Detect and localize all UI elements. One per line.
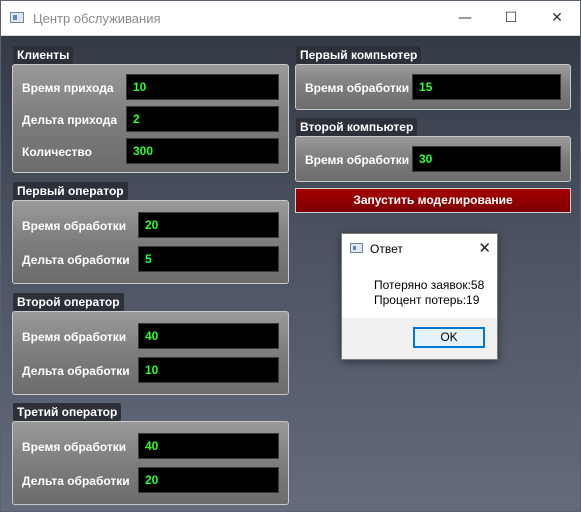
operator-1-delta-field[interactable]: 5 (138, 246, 279, 272)
client-count-label: Количество (22, 145, 92, 159)
clients-group-title: Клиенты (13, 46, 74, 64)
operator-1-time-label: Время обработки (22, 219, 127, 233)
operator-1-group-title: Первый оператор (13, 182, 128, 200)
computer-2-time-label: Время обработки (305, 153, 410, 167)
computer-2-time-field[interactable]: 30 (412, 146, 561, 172)
lost-requests-text: Потеряно заявок:58 (374, 278, 485, 292)
operator-3-time-field[interactable]: 40 (138, 433, 279, 459)
close-button[interactable]: ✕ (534, 1, 580, 35)
dialog-title-bar[interactable]: Ответ ✕ (342, 234, 497, 264)
run-simulation-button[interactable]: Запустить моделирование (295, 188, 571, 213)
operator-2-group-title: Второй оператор (13, 293, 124, 311)
dialog-close-icon[interactable]: ✕ (478, 239, 491, 257)
title-bar[interactable]: Центр обслуживания — ☐ ✕ (1, 1, 580, 36)
main-window: Центр обслуживания — ☐ ✕ Клиенты Время п… (0, 0, 581, 512)
computer-2-group-title: Второй компьютер (296, 118, 418, 136)
arrival-delta-label: Дельта прихода (22, 113, 117, 127)
arrival-time-field[interactable]: 10 (126, 74, 279, 100)
computer-1-time-label: Время обработки (305, 81, 410, 95)
window-title: Центр обслуживания (33, 11, 161, 26)
result-dialog: Ответ ✕ Потеряно заявок:58 Процент потер… (341, 233, 498, 360)
operator-2-delta-field[interactable]: 10 (138, 357, 279, 383)
operator-2-time-label: Время обработки (22, 330, 127, 344)
dialog-window-icon (350, 243, 363, 253)
operator-1-delta-label: Дельта обработки (22, 253, 130, 267)
operator-3-time-label: Время обработки (22, 440, 127, 454)
minimize-button[interactable]: — (442, 1, 488, 35)
operator-2-time-field[interactable]: 40 (138, 323, 279, 349)
operator-3-group-title: Третий оператор (13, 403, 122, 421)
operator-2-delta-label: Дельта обработки (22, 364, 130, 378)
dialog-message-area: Потеряно заявок:58 Процент потерь:19 (342, 264, 497, 318)
dialog-title: Ответ (370, 242, 403, 256)
arrival-delta-field[interactable]: 2 (126, 106, 279, 132)
loss-percent-text: Процент потерь:19 (374, 293, 480, 307)
operator-3-delta-field[interactable]: 20 (138, 467, 279, 493)
computer-1-group-title: Первый компьютер (296, 46, 422, 64)
client-count-field[interactable]: 300 (126, 138, 279, 164)
operator-3-delta-label: Дельта обработки (22, 474, 130, 488)
computer-1-time-field[interactable]: 15 (412, 74, 561, 100)
arrival-time-label: Время прихода (22, 81, 114, 95)
app-window-icon (10, 12, 24, 23)
operator-1-time-field[interactable]: 20 (138, 212, 279, 238)
ok-button[interactable]: OK (413, 327, 485, 348)
maximize-button[interactable]: ☐ (488, 1, 534, 35)
